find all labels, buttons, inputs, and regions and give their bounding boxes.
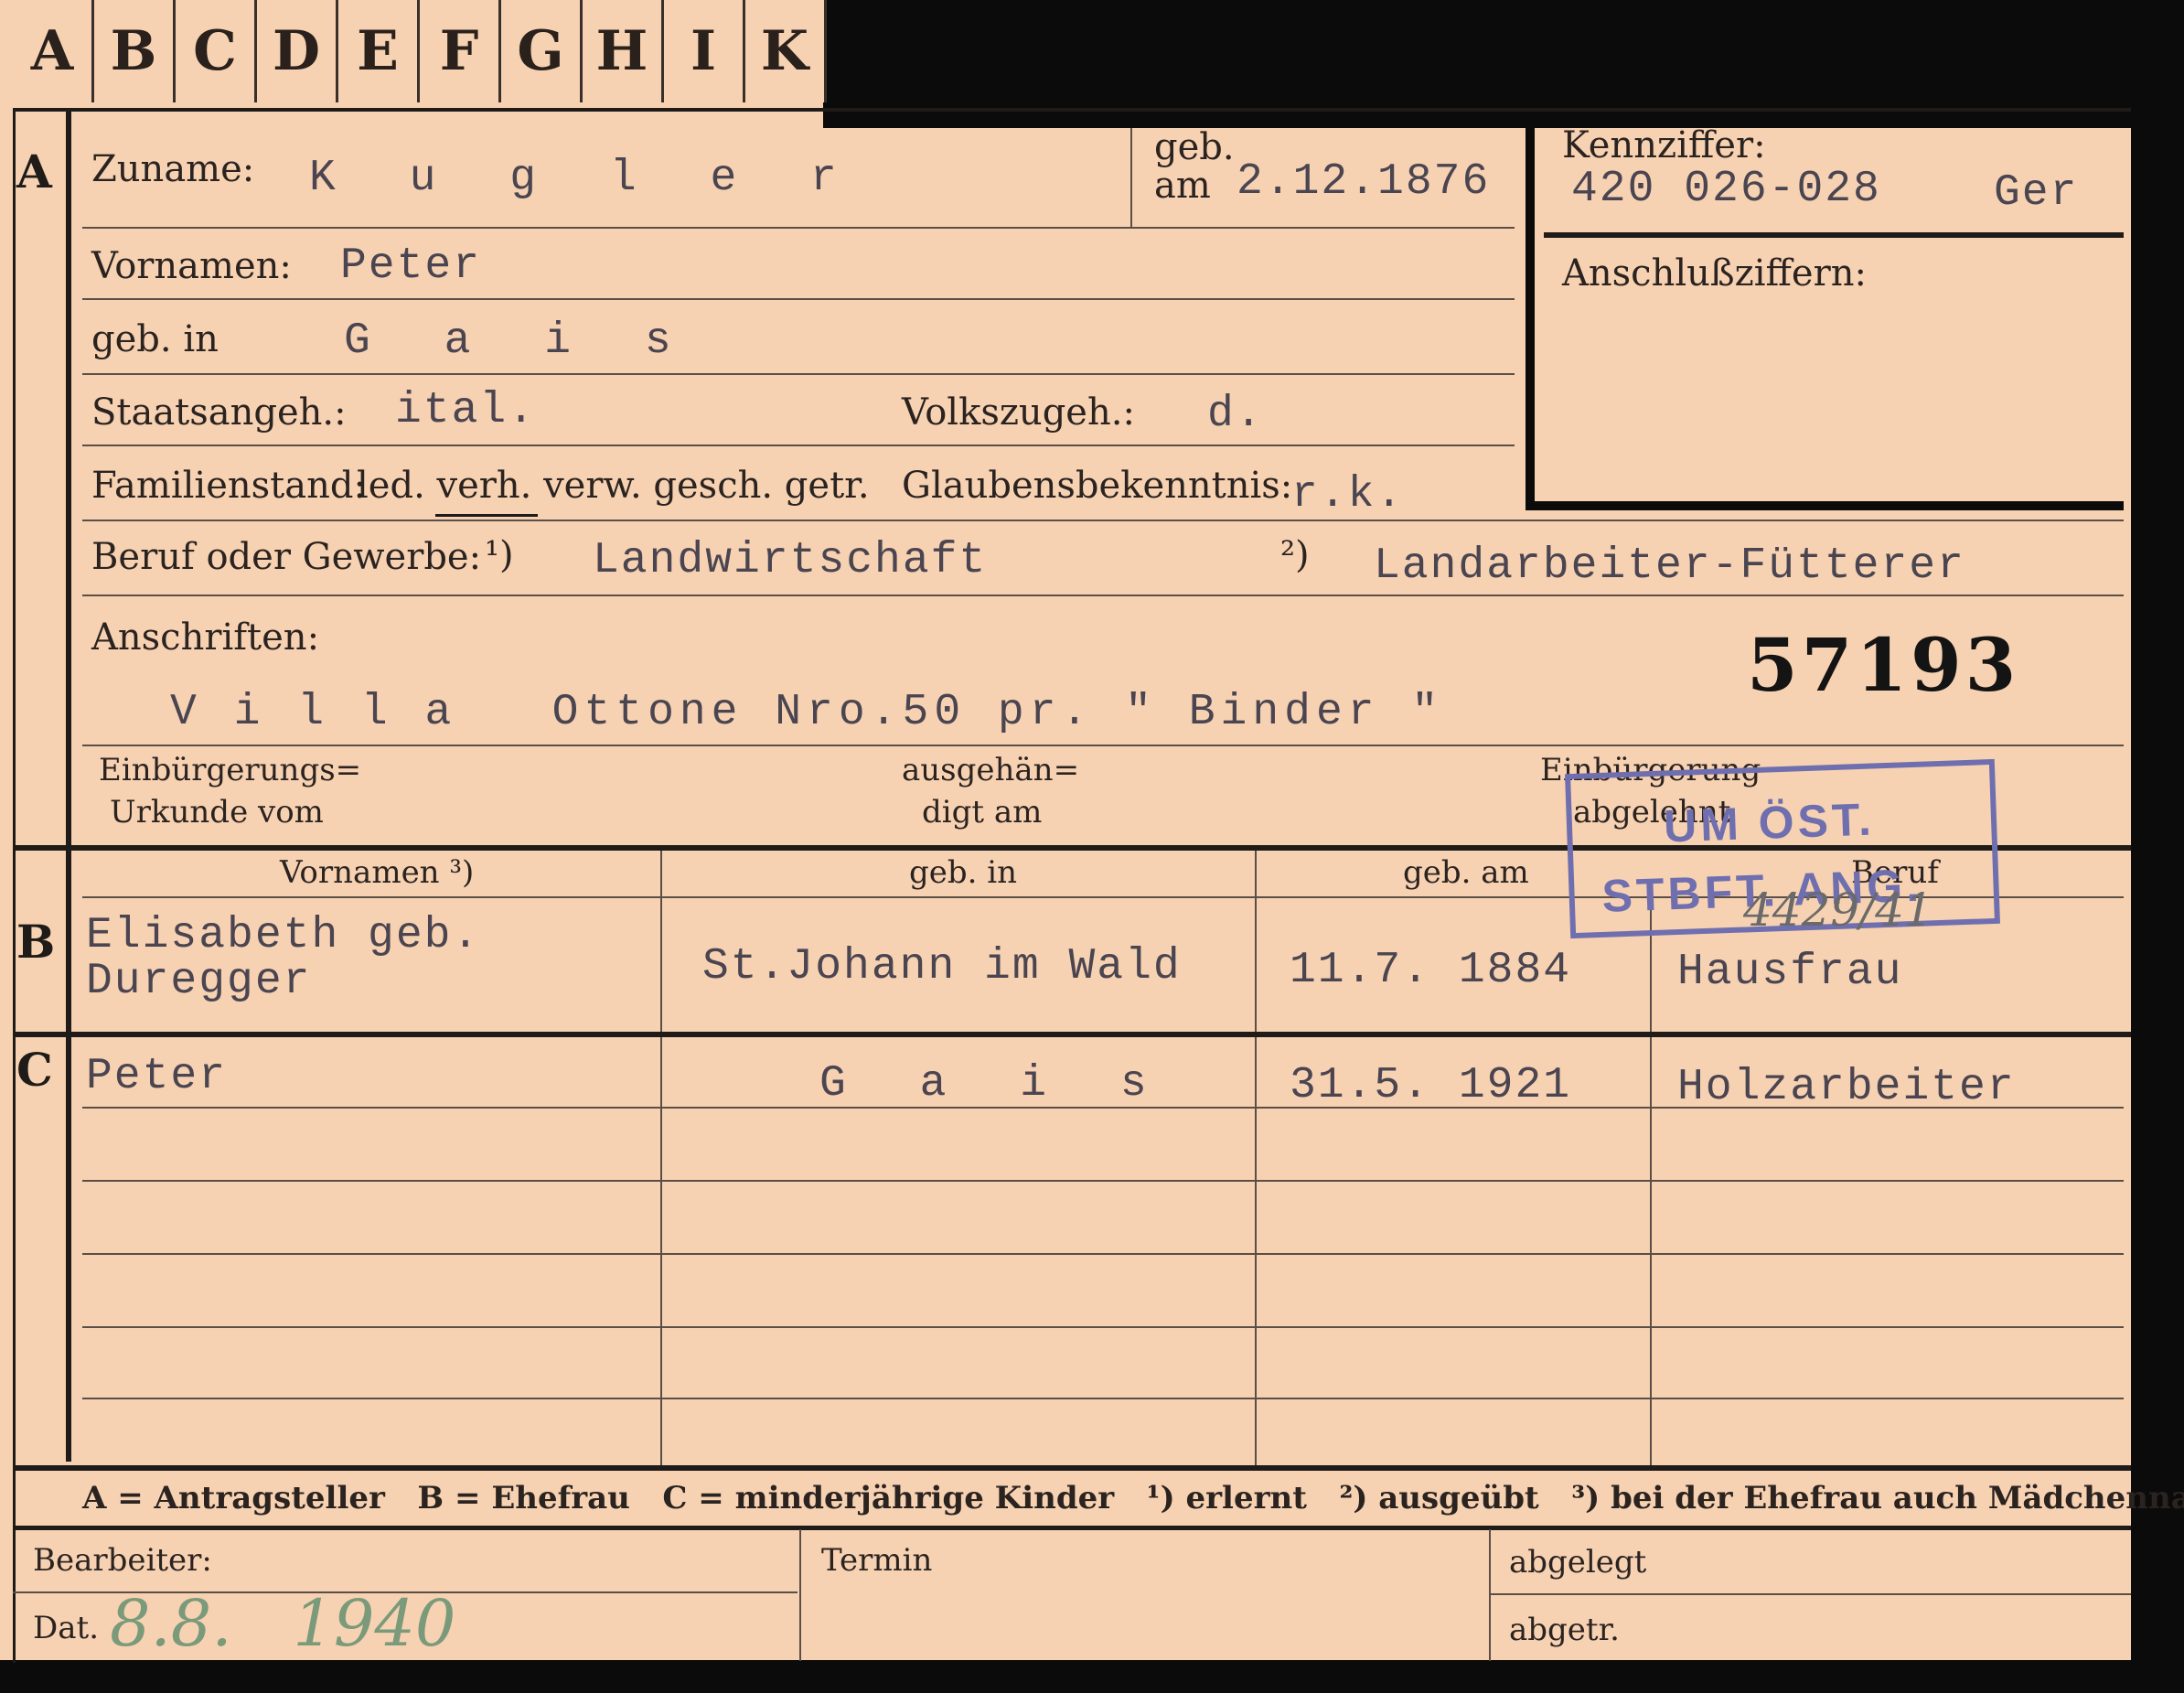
col-header-geb-am: geb. am — [1403, 854, 1529, 891]
row-letter-c: C — [16, 1043, 53, 1097]
child-name: Peter — [86, 1052, 228, 1101]
row-letter-a: A — [16, 145, 52, 198]
spouse-beruf: Hausfrau — [1677, 948, 1903, 997]
einb-urkunde-label-1: Einbürgerungs= — [99, 752, 362, 788]
tab-e[interactable]: E — [338, 0, 420, 102]
volkszugeh-value: d. — [1207, 390, 1264, 439]
line-vornamen — [82, 298, 1515, 300]
ausgehaendigt-label-1: ausgehän= — [902, 752, 1080, 788]
line-legend-top — [13, 1465, 2131, 1471]
line-legend-bottom — [13, 1526, 2131, 1530]
beruf-value-2: Landarbeiter-Fütterer — [1374, 541, 1965, 591]
geb-label: geb. — [1154, 126, 1235, 168]
zuname-label: Zuname: — [91, 148, 255, 190]
table-row-line-3 — [82, 1253, 2124, 1255]
tab-b[interactable]: B — [94, 0, 176, 102]
line-staatsangeh — [82, 445, 1515, 446]
left-margin-line — [66, 108, 71, 1462]
vornamen-label: Vornamen: — [91, 245, 292, 287]
left-edge-line — [13, 108, 16, 1663]
line-section-c-top — [13, 1032, 2131, 1037]
row-letter-b: B — [16, 915, 56, 969]
tab-c[interactable]: C — [176, 0, 257, 102]
beruf-value-1: Landwirtschaft — [593, 536, 988, 585]
bottom-black-edge — [0, 1660, 2184, 1693]
geb-divider — [1130, 128, 1132, 227]
glaubensbekenntnis-value: r.k. — [1291, 470, 1405, 520]
stamp-handwritten-number: 4429/41 — [1743, 884, 1933, 937]
kennziffer-label: Kennziffer: — [1562, 124, 1766, 166]
geb-am-value: 2.12.1876 — [1237, 157, 1491, 207]
footer-divider-2 — [1489, 1529, 1491, 1661]
table-col-divider-1 — [660, 851, 662, 1465]
spouse-geb-in: St.Johann im Wald — [702, 942, 1182, 991]
termin-label: Termin — [821, 1542, 933, 1579]
spouse-name-line1: Elisabeth geb. — [86, 911, 481, 960]
anschrift-value: V i l l a Ottone Nro.50 pr. " Binder " — [170, 688, 1444, 737]
abgetr-label: abgetr. — [1509, 1612, 1620, 1648]
table-row-line-2 — [82, 1180, 2124, 1182]
staatsangeh-label: Staatsangeh.: — [91, 391, 347, 434]
vornamen-value: Peter — [340, 241, 482, 291]
spouse-name-line2: Duregger — [86, 957, 312, 1006]
frame-top-line — [13, 108, 2131, 112]
tab-a[interactable]: A — [13, 0, 94, 102]
geb-in-label: geb. in — [91, 318, 219, 360]
table-row-line-4 — [82, 1326, 2124, 1328]
kennziffer-separator — [1544, 232, 2124, 238]
tab-h[interactable]: H — [583, 0, 664, 102]
familienstand-underline-verh — [435, 514, 538, 517]
stamp-line-1: UM ÖST. — [1663, 793, 1876, 852]
tab-d[interactable]: D — [257, 0, 338, 102]
einb-urkunde-label-2: Urkunde vom — [110, 794, 324, 830]
line-abgelegt — [1489, 1593, 2131, 1595]
beruf-footnote-2: ²) — [1280, 534, 1310, 576]
kennziffer-value: 420 026-028 — [1571, 165, 1881, 214]
zuname-value: K u g l e r — [309, 154, 861, 203]
beruf-footnote-1: ¹) — [485, 534, 514, 576]
familienstand-label: Familienstand: — [91, 465, 366, 507]
right-black-edge — [2131, 128, 2184, 1693]
col-header-vornamen: Vornamen ³) — [280, 854, 475, 891]
am-label: am — [1154, 165, 1211, 207]
col-header-geb-in: geb. in — [909, 854, 1018, 891]
spouse-geb-am: 11.7. 1884 — [1290, 946, 1572, 995]
table-col-divider-2 — [1255, 851, 1257, 1465]
glaubensbekenntnis-label: Glaubensbekenntnis: — [902, 465, 1293, 507]
volkszugeh-label: Volkszugeh.: — [902, 391, 1135, 434]
line-anschriften — [82, 745, 2124, 746]
line-zuname — [82, 227, 1515, 229]
anschlussziffern-label: Anschlußziffern: — [1562, 252, 1867, 295]
dat-label: Dat. — [33, 1610, 100, 1646]
abgelegt-label: abgelegt — [1509, 1544, 1647, 1580]
kennziffer-suffix: Ger — [1994, 168, 2079, 218]
line-geb-in — [82, 373, 1515, 375]
bearbeiter-label: Bearbeiter: — [33, 1542, 212, 1579]
beruf-label: Beruf oder Gewerbe: — [91, 536, 482, 578]
tab-k[interactable]: K — [745, 0, 827, 102]
legend-text: A = Antragsteller B = Ehefrau C = minder… — [82, 1480, 2184, 1516]
table-row-line-5 — [82, 1398, 2124, 1399]
dat-value: 8.8. 1940 — [110, 1586, 456, 1661]
ausgehaendigt-label-2: digt am — [922, 794, 1043, 830]
staatsangeh-value: ital. — [395, 386, 537, 435]
child-geb-in: G a i s — [819, 1059, 1171, 1109]
tab-f[interactable]: F — [420, 0, 501, 102]
child-beruf: Holzarbeiter — [1677, 1063, 2016, 1112]
line-familienstand — [82, 520, 2124, 521]
geb-in-value: G a i s — [344, 316, 695, 366]
line-beruf — [82, 595, 2124, 596]
table-row-line-1 — [82, 1107, 2124, 1109]
familienstand-options: led. verh. verw. gesch. getr. — [357, 465, 870, 507]
card-number: 57193 — [1747, 622, 2020, 708]
footer-divider-1 — [799, 1529, 801, 1661]
tab-i[interactable]: I — [664, 0, 745, 102]
tab-g[interactable]: G — [501, 0, 583, 102]
child-geb-am: 31.5. 1921 — [1290, 1061, 1572, 1110]
anschriften-label: Anschriften: — [91, 616, 320, 659]
